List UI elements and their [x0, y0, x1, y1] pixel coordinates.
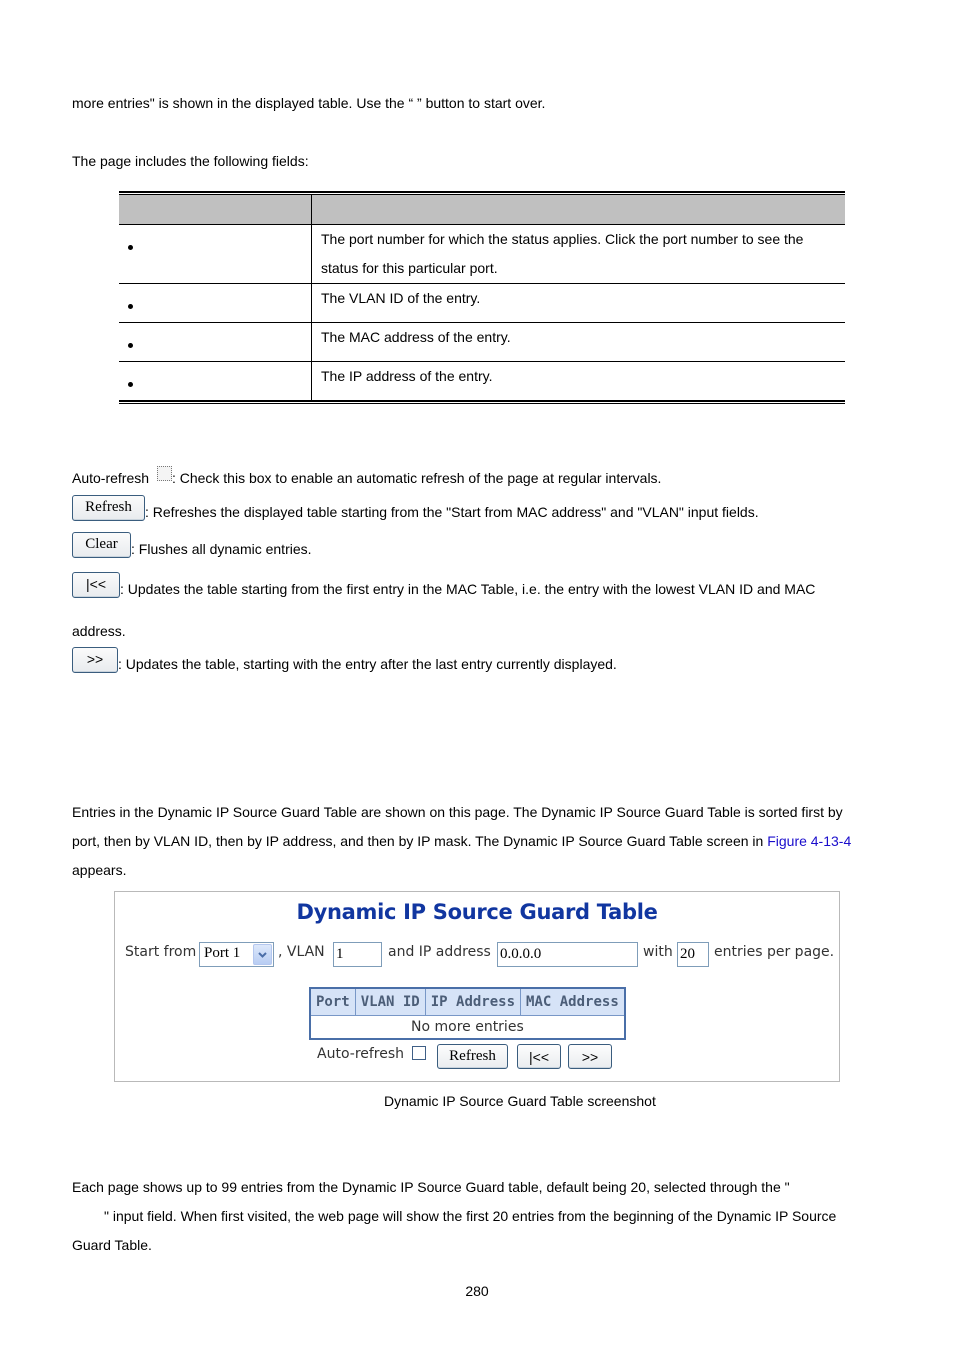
clear-desc: : Flushes all dynamic entries.: [131, 541, 312, 557]
clear-button-image: Clear: [72, 532, 131, 558]
ip-address-label: and IP address: [388, 944, 491, 960]
header-description: [312, 195, 845, 224]
table-row: The IP address of the entry.: [119, 362, 845, 400]
port-select-value: Port 1: [204, 945, 241, 961]
bullet-icon: [128, 382, 133, 387]
first-page-button[interactable]: |<<: [517, 1044, 561, 1069]
header-object: [119, 195, 312, 224]
table-header-row: Port VLAN ID IP Address MAC Address: [309, 987, 626, 1016]
table-header-row: [119, 195, 845, 225]
intro-line: more entries" is shown in the displayed …: [72, 95, 546, 111]
refresh-help: Refresh : Refreshes the displayed table …: [72, 495, 759, 521]
footer-para-line: Guard Table.: [72, 1237, 152, 1253]
col-vlan-id: VLAN ID: [354, 987, 426, 1016]
first-page-help: |<< : Updates the table starting from th…: [72, 572, 815, 598]
fields-intro: The page includes the following fields:: [72, 153, 309, 169]
clear-help: Clear : Flushes all dynamic entries.: [72, 532, 312, 558]
table-row: The MAC address of the entry.: [119, 323, 845, 362]
with-label: with: [643, 944, 673, 960]
table-row: No more entries: [309, 1015, 626, 1040]
table-row: The VLAN ID of the entry.: [119, 284, 845, 323]
autorefresh-help: Auto-refresh : Check this box to enable …: [72, 464, 661, 493]
port-select[interactable]: Port 1: [199, 942, 274, 967]
vlan-label: , VLAN: [278, 944, 325, 960]
field-description: The port number for which the status app…: [321, 231, 804, 247]
section-para-line: Entries in the Dynamic IP Source Guard T…: [72, 804, 843, 820]
autorefresh-checkbox-icon: [156, 466, 172, 481]
field-description: status for this particular port.: [321, 260, 498, 276]
autorefresh-label: Auto-refresh: [317, 1046, 405, 1062]
chevron-down-icon[interactable]: [253, 944, 272, 965]
table-bottom-rule: [119, 403, 845, 404]
next-page-help: >> : Updates the table, starting with th…: [72, 647, 617, 673]
table-row: The port number for which the status app…: [119, 225, 845, 284]
dynamic-ip-source-guard-screenshot: Dynamic IP Source Guard Table Start from…: [114, 891, 840, 1082]
col-port: Port: [309, 987, 356, 1016]
source-guard-table: Port VLAN ID IP Address MAC Address No m…: [309, 987, 626, 1040]
table-top-rule: [119, 191, 845, 193]
col-ip-address: IP Address: [424, 987, 522, 1016]
refresh-desc: : Refreshes the displayed table starting…: [145, 504, 759, 520]
figure-caption: Dynamic IP Source Guard Table screenshot: [384, 1093, 656, 1109]
first-page-desc: : Updates the table starting from the fi…: [120, 581, 816, 597]
field-description: The VLAN ID of the entry.: [321, 290, 481, 306]
field-description: The IP address of the entry.: [321, 368, 493, 384]
autorefresh-desc: : Check this box to enable an automatic …: [171, 470, 662, 486]
screenshot-title: Dynamic IP Source Guard Table: [296, 900, 658, 924]
bullet-icon: [128, 245, 133, 250]
refresh-button-image: Refresh: [72, 495, 145, 521]
figure-link[interactable]: Figure 4-13-4: [767, 833, 851, 849]
section-para-line: appears.: [72, 862, 127, 878]
no-entries-message: No more entries: [309, 1015, 626, 1040]
first-page-desc-cont: address.: [72, 623, 126, 639]
entries-per-page-input[interactable]: [677, 942, 709, 967]
next-page-desc: : Updates the table, starting with the e…: [118, 656, 617, 672]
next-page-button[interactable]: >>: [568, 1044, 612, 1069]
next-page-button-image: >>: [72, 647, 118, 673]
autorefresh-label: Auto-refresh: [72, 470, 150, 486]
col-mac-address: MAC Address: [520, 987, 626, 1016]
vlan-input[interactable]: [333, 942, 382, 967]
autorefresh-checkbox[interactable]: [412, 1046, 426, 1060]
bullet-icon: [128, 343, 133, 348]
section-para-line: port, then by VLAN ID, then by IP addres…: [72, 827, 851, 856]
section-para-text: port, then by VLAN ID, then by IP addres…: [72, 833, 768, 849]
footer-para-line: " input field. When first visited, the w…: [104, 1208, 837, 1224]
ip-address-input[interactable]: [497, 942, 638, 967]
page-number: 280: [465, 1283, 489, 1299]
footer-para-line: Each page shows up to 99 entries from th…: [72, 1179, 790, 1195]
refresh-button[interactable]: Refresh: [437, 1044, 508, 1069]
first-page-button-image: |<<: [72, 572, 120, 598]
bullet-icon: [128, 304, 133, 309]
start-from-label: Start from: [125, 944, 197, 960]
field-description: The MAC address of the entry.: [321, 329, 511, 345]
entries-per-page-label: entries per page.: [714, 944, 835, 960]
table-bottom-rule: [119, 400, 845, 402]
fields-table: The port number for which the status app…: [119, 191, 845, 404]
